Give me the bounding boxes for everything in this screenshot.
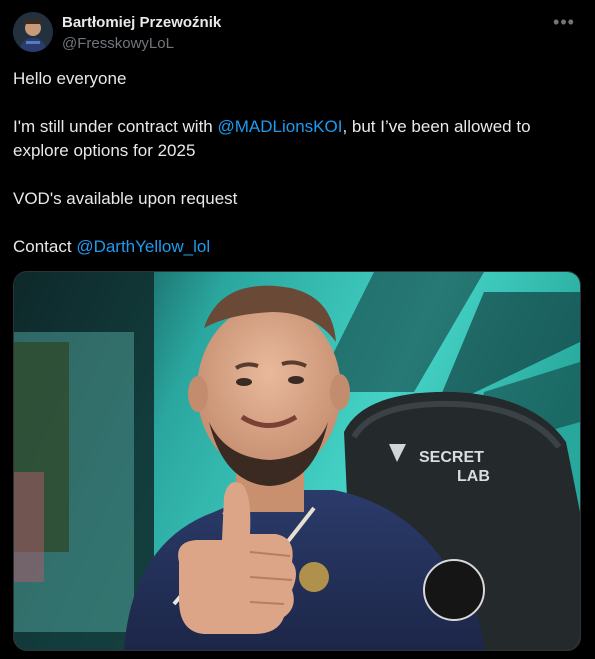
more-dots-icon[interactable]: ••• xyxy=(549,13,579,33)
author-handle[interactable]: @FresskowyLoL xyxy=(62,34,221,53)
post-line: VOD's available upon request xyxy=(13,187,583,211)
chair-brand-line1: SECRET xyxy=(419,449,484,466)
post-line: Hello everyone xyxy=(13,67,583,91)
post-line: explore options for 2025 xyxy=(13,139,583,163)
post-line: I'm still under contract with @MADLionsK… xyxy=(13,115,583,139)
author-display-name[interactable]: Bartłomiej Przewoźnik xyxy=(62,13,221,32)
post-text-segment: explore options for 2025 xyxy=(13,141,196,160)
jersey-crest-icon xyxy=(299,562,329,592)
post-header: Bartłomiej Przewoźnik @FresskowyLoL ••• xyxy=(13,11,585,55)
mention-link[interactable]: @MADLionsKOI xyxy=(217,117,342,136)
post-text-segment: Contact xyxy=(13,237,77,256)
post-text: Hello everyone I'm still under contract … xyxy=(13,67,583,259)
post-text-segment: Hello everyone xyxy=(13,69,127,88)
post-text-segment: I'm still under contract with xyxy=(13,117,218,136)
author-info: Bartłomiej Przewoźnik @FresskowyLoL xyxy=(62,13,221,53)
chair-brand-line2: LAB xyxy=(457,468,490,485)
post-text-segment: , but I’ve been allowed to xyxy=(342,117,531,136)
avatar[interactable] xyxy=(13,12,53,52)
photo-illustration: SECRET LAB xyxy=(14,272,580,650)
post-text-segment: VOD's available upon request xyxy=(13,189,238,208)
post-photo[interactable]: SECRET LAB xyxy=(13,271,581,651)
post-line: Contact @DarthYellow_lol xyxy=(13,235,583,259)
avatar-image xyxy=(13,12,53,52)
mention-link[interactable]: @DarthYellow_lol xyxy=(76,237,210,256)
